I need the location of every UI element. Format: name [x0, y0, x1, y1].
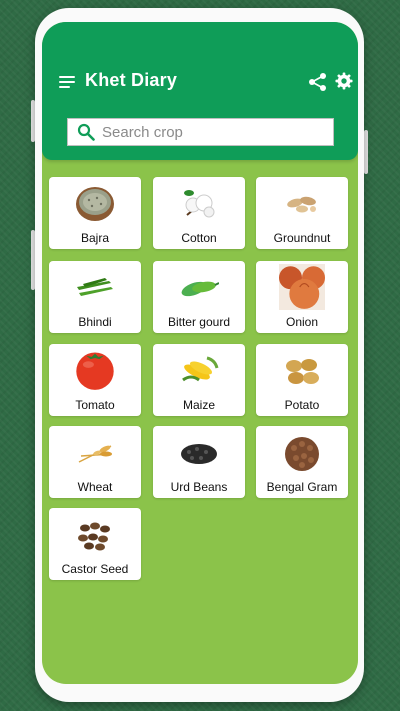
wheat-icon	[78, 445, 112, 463]
crop-label: Bengal Gram	[266, 480, 338, 494]
crop-card-castor-seed[interactable]: Castor Seed	[49, 508, 141, 580]
crop-card-urd-beans[interactable]: Urd Beans	[153, 426, 245, 498]
crop-card-bitter-gourd[interactable]: Bitter gourd	[153, 261, 245, 333]
app-title: Khet Diary	[85, 70, 178, 90]
app-bar: Khet Diary	[42, 22, 358, 160]
gear-icon[interactable]	[335, 72, 353, 90]
crop-card-maize[interactable]: Maize	[153, 344, 245, 416]
crop-card-wheat[interactable]: Wheat	[49, 426, 141, 498]
crop-label: Bajra	[80, 231, 109, 245]
menu-icon[interactable]	[59, 76, 75, 88]
bitter-gourd-icon	[181, 281, 219, 297]
crop-card-cotton[interactable]: Cotton	[153, 177, 245, 249]
search-icon	[77, 123, 95, 141]
castor-seed-icon	[78, 522, 110, 551]
crop-label: Bitter gourd	[167, 315, 231, 329]
crop-card-potato[interactable]: Potato	[256, 344, 348, 416]
crop-card-tomato[interactable]: Tomato	[49, 344, 141, 416]
maize-icon	[182, 356, 219, 382]
crop-label: Maize	[182, 398, 215, 412]
crop-label: Tomato	[75, 398, 115, 412]
phone-side-button	[364, 130, 368, 174]
bengal-gram-icon	[285, 437, 319, 471]
share-icon[interactable]	[308, 72, 328, 92]
groundnut-icon	[287, 196, 316, 213]
crop-label: Cotton	[181, 231, 217, 245]
crop-label: Potato	[284, 398, 320, 412]
crop-card-onion[interactable]: Onion	[256, 261, 348, 333]
crop-label: Castor Seed	[61, 562, 129, 576]
crop-label: Onion	[285, 315, 319, 329]
crop-card-bhindi[interactable]: Bhindi	[49, 261, 141, 333]
crop-card-groundnut[interactable]: Groundnut	[256, 177, 348, 249]
crop-label: Urd Beans	[170, 480, 228, 494]
search-input[interactable]	[102, 121, 322, 143]
potato-icon	[286, 359, 319, 384]
crop-label: Groundnut	[273, 231, 331, 245]
crop-label: Wheat	[77, 480, 113, 494]
crop-card-bajra[interactable]: Bajra	[49, 177, 141, 249]
tomato-icon	[76, 352, 114, 390]
search-bar[interactable]	[67, 118, 334, 146]
urd-beans-icon	[181, 444, 217, 464]
bajra-icon	[76, 187, 114, 221]
bhindi-icon	[77, 278, 113, 296]
crop-card-bengal-gram[interactable]: Bengal Gram	[256, 426, 348, 498]
app-screen: Khet Diary Search crop Bajra Cotton Grou…	[42, 22, 358, 684]
onion-icon	[279, 264, 325, 310]
cotton-icon	[184, 190, 215, 218]
crop-label: Bhindi	[78, 315, 112, 329]
